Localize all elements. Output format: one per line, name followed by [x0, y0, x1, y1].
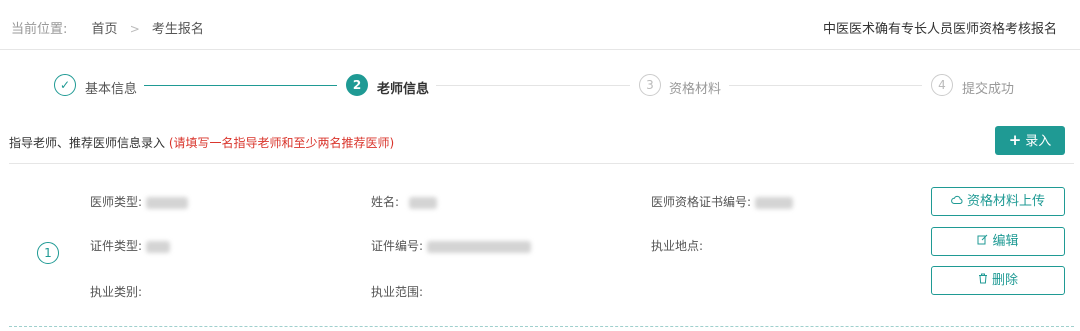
upload-materials-button[interactable]: 资格材料上传 [931, 187, 1065, 216]
top-bar: 当前位置: 首页 > 考生报名 中医医术确有专长人员医师资格考核报名 [0, 0, 1080, 50]
field-practice-category: 执业类别: [90, 283, 142, 300]
step-1-check-icon: ✓ [54, 74, 76, 96]
step-3-label: 资格材料 [669, 82, 722, 97]
breadcrumb-lead: 当前位置: [11, 22, 68, 37]
trash-icon [978, 267, 988, 294]
field-doctor-type-label: 医师类型: [90, 195, 143, 209]
breadcrumb-separator: > [129, 22, 140, 36]
field-practice-place: 执业地点: [651, 237, 703, 254]
step-4-label: 提交成功 [962, 82, 1015, 97]
delete-label: 删除 [991, 273, 1018, 288]
section-title-text: 指导老师、推荐医师信息录入 [9, 136, 166, 150]
step-2-indicator: 2 [346, 74, 368, 96]
field-cert-no-label: 医师资格证书编号: [651, 195, 752, 209]
section-title: 指导老师、推荐医师信息录入 (请填写一名指导老师和至少两名推荐医师) [9, 134, 394, 151]
redacted-value [409, 196, 438, 209]
section-note: (请填写一名指导老师和至少两名推荐医师) [168, 136, 395, 150]
breadcrumb-current: 考生报名 [151, 22, 204, 37]
record-divider [9, 326, 1074, 327]
plus-icon: + [1008, 131, 1022, 149]
redacted-value [755, 196, 794, 209]
step-connector-1 [144, 85, 337, 86]
step-3-indicator: 3 [639, 74, 661, 96]
add-record-label: 录入 [1025, 134, 1052, 149]
field-practice-scope-label: 执业范围: [371, 285, 424, 299]
breadcrumb: 当前位置: 首页 > 考生报名 [11, 18, 204, 37]
field-doctor-type: 医师类型: [90, 193, 189, 210]
field-practice-place-label: 执业地点: [651, 239, 704, 253]
edit-label: 编辑 [992, 234, 1019, 249]
step-1-label: 基本信息 [85, 82, 138, 97]
record-index: 1 [37, 242, 59, 264]
redacted-value [427, 240, 532, 253]
field-id-type-label: 证件类型: [90, 239, 143, 253]
upload-materials-label: 资格材料上传 [966, 194, 1045, 209]
step-connector-2 [436, 85, 630, 86]
cloud-upload-icon [951, 188, 963, 215]
step-2-label: 老师信息 [377, 82, 430, 97]
field-practice-scope: 执业范围: [371, 283, 423, 300]
step-4-indicator: 4 [931, 74, 953, 96]
redacted-value [146, 240, 171, 253]
field-id-no-label: 证件编号: [371, 239, 424, 253]
redacted-value [146, 196, 189, 209]
section-divider [9, 163, 1074, 164]
breadcrumb-home-link[interactable]: 首页 [92, 22, 118, 37]
field-cert-no: 医师资格证书编号: [651, 193, 794, 210]
field-practice-category-label: 执业类别: [90, 285, 143, 299]
field-name-label: 姓名: [371, 195, 400, 209]
page-title: 中医医术确有专长人员医师资格考核报名 [822, 22, 1057, 37]
delete-button[interactable]: 删除 [931, 266, 1065, 295]
edit-button[interactable]: 编辑 [931, 227, 1065, 256]
field-id-type: 证件类型: [90, 237, 171, 254]
field-name: 姓名: [371, 193, 438, 210]
progress-steps: ✓ 基本信息 2 老师信息 3 资格材料 4 提交成功 [0, 74, 1080, 102]
edit-icon [977, 228, 988, 255]
add-record-button[interactable]: + 录入 [995, 126, 1065, 155]
step-connector-3 [729, 85, 922, 86]
field-id-no: 证件编号: [371, 237, 532, 254]
